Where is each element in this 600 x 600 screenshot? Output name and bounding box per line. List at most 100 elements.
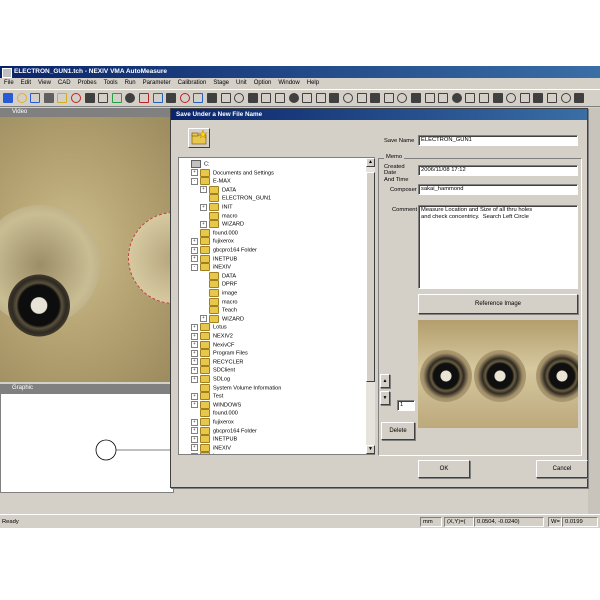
scroll-up-button[interactable]: ▲	[366, 158, 375, 167]
toolbar-tool-icon[interactable]	[343, 93, 353, 103]
tree-expander-icon[interactable]: +	[191, 392, 198, 400]
tree-expander-icon[interactable]: +	[191, 375, 198, 383]
toolbar-tool-icon[interactable]	[451, 93, 462, 103]
tree-item[interactable]: + RECYCLER	[191, 357, 243, 367]
toolbar-tool-icon[interactable]	[370, 93, 381, 103]
tree-item[interactable]: C:	[182, 160, 210, 169]
toolbar-tool-icon[interactable]	[397, 93, 408, 103]
toolbar-tool-icon[interactable]	[424, 93, 435, 103]
toolbar-tool-icon[interactable]	[261, 93, 272, 103]
delete-button[interactable]: Delete	[381, 422, 415, 440]
tree-item[interactable]: found.000	[191, 409, 238, 418]
tree-expander-icon[interactable]: +	[191, 435, 198, 443]
menu-item-window[interactable]: Window	[278, 80, 299, 86]
toolbar-tool-icon[interactable]	[16, 93, 27, 103]
menu-item-view[interactable]: View	[38, 80, 51, 86]
image-index-field[interactable]: 1	[397, 400, 415, 411]
tree-expander-icon[interactable]: +	[200, 186, 207, 194]
toolbar-tool-icon[interactable]	[383, 93, 394, 103]
toolbar-tool-icon[interactable]	[275, 93, 285, 103]
toolbar-tool-icon[interactable]	[479, 93, 489, 103]
toolbar-tool-icon[interactable]	[547, 93, 557, 103]
menu-item-option[interactable]: Option	[254, 80, 272, 86]
menu-item-calibration[interactable]: Calibration	[178, 80, 207, 86]
tree-item[interactable]: + Test	[191, 392, 223, 401]
toolbar-tool-icon[interactable]	[560, 93, 571, 103]
tree-expander-icon[interactable]: +	[191, 341, 198, 349]
toolbar-tool-icon[interactable]	[220, 93, 231, 103]
tree-expander-icon[interactable]: +	[191, 418, 198, 426]
toolbar-tool-icon[interactable]	[111, 93, 122, 103]
composer-input[interactable]: sakai_hammond	[418, 184, 578, 195]
toolbar-tool-icon[interactable]	[84, 93, 95, 103]
tree-expander-icon[interactable]: -	[191, 177, 198, 185]
tree-item[interactable]: + WIZARD	[200, 220, 244, 229]
menu-item-run[interactable]: Run	[125, 80, 136, 86]
tree-expander-icon[interactable]: +	[191, 255, 198, 263]
tree-item[interactable]: + INETPUB	[191, 254, 237, 264]
tree-item[interactable]: found.000	[191, 228, 238, 238]
menu-item-probes[interactable]: Probes	[78, 80, 97, 86]
folder-tree[interactable]: C: + Documents and Settings - E-MAX + DATA ELEC…	[178, 157, 375, 455]
tree-expander-icon[interactable]: +	[191, 323, 198, 331]
tree-item[interactable]: ELECTRON_GUN1	[200, 194, 271, 203]
h-scrollbar[interactable]	[488, 488, 588, 498]
tree-item[interactable]: + fujixerox	[191, 237, 234, 246]
reference-image-button[interactable]: Reference Image	[418, 294, 578, 314]
toolbar-tool-icon[interactable]	[574, 93, 585, 103]
tree-item[interactable]: image	[200, 289, 237, 298]
toolbar-tool-icon[interactable]	[315, 93, 326, 103]
tree-item[interactable]: + INETPUB	[191, 435, 237, 444]
toolbar-tool-icon[interactable]	[288, 93, 299, 103]
tree-item[interactable]: + NexivCF	[191, 340, 234, 350]
tree-item[interactable]: - E-MAX	[191, 177, 231, 186]
tree-item[interactable]: + NEXIV2	[191, 332, 233, 341]
tree-item[interactable]: + WINDOWS	[191, 400, 241, 410]
toolbar-tool-icon[interactable]	[30, 93, 41, 103]
comment-textarea[interactable]: Measure Location and Size of all thru ho…	[418, 205, 578, 289]
tree-scrollbar[interactable]: ▲ ▼	[366, 158, 375, 454]
tree-item[interactable]: + gbcpro164 Folder	[191, 246, 257, 255]
tree-expander-icon[interactable]: +	[200, 203, 207, 211]
toolbar-tool-icon[interactable]	[465, 93, 476, 103]
toolbar-tool-icon[interactable]	[492, 93, 503, 103]
tree-item[interactable]: DPRF	[200, 280, 237, 289]
toolbar-tool-icon[interactable]	[506, 93, 517, 103]
tree-expander-icon[interactable]: +	[191, 358, 198, 366]
graphic-canvas[interactable]	[0, 393, 174, 493]
toolbar-tool-icon[interactable]	[247, 93, 258, 103]
toolbar-tool-icon[interactable]	[533, 93, 544, 103]
menu-item-file[interactable]: File	[4, 80, 14, 86]
menu-item-stage[interactable]: Stage	[213, 80, 229, 86]
toolbar-tool-icon[interactable]	[519, 93, 530, 103]
toolbar-tool-icon[interactable]	[179, 93, 190, 103]
tree-item[interactable]: DATA	[200, 271, 236, 281]
tree-expander-icon[interactable]: +	[191, 349, 198, 357]
toolbar-tool-icon[interactable]	[139, 93, 149, 103]
ok-button[interactable]: OK	[418, 460, 470, 478]
tree-expander-icon[interactable]: +	[200, 315, 207, 323]
tree-item[interactable]: + Lotus	[191, 323, 227, 332]
tree-item[interactable]: + WIZARD	[200, 314, 244, 324]
toolbar-tool-icon[interactable]	[98, 93, 109, 103]
toolbar-tool-icon[interactable]	[207, 93, 217, 103]
scroll-thumb[interactable]	[366, 172, 375, 382]
tree-item[interactable]: macro	[200, 211, 238, 221]
tree-item[interactable]: - iNEXIV	[191, 263, 231, 272]
tree-item[interactable]: + gbcpro164 Folder	[191, 426, 257, 436]
toolbar-tool-icon[interactable]	[329, 93, 340, 103]
tree-item[interactable]: + Documents and Settings	[191, 168, 274, 178]
tree-item[interactable]: + DATA	[200, 185, 236, 195]
toolbar-tool-icon[interactable]	[438, 93, 449, 103]
toolbar-tool-icon[interactable]	[125, 93, 136, 103]
tree-expander-icon[interactable]: +	[191, 246, 198, 254]
tree-expander-icon[interactable]: +	[191, 444, 198, 452]
tree-item[interactable]: macro	[200, 297, 238, 307]
scroll-down-button[interactable]: ▼	[366, 445, 375, 454]
toolbar-tool-icon[interactable]	[43, 93, 54, 103]
toolbar-tool-icon[interactable]	[193, 93, 204, 103]
tree-item[interactable]: + Lotus	[191, 452, 227, 454]
tree-expander-icon[interactable]: -	[191, 263, 198, 271]
menu-item-help[interactable]: Help	[307, 80, 319, 86]
image-next-button[interactable]: ▼	[380, 391, 390, 405]
